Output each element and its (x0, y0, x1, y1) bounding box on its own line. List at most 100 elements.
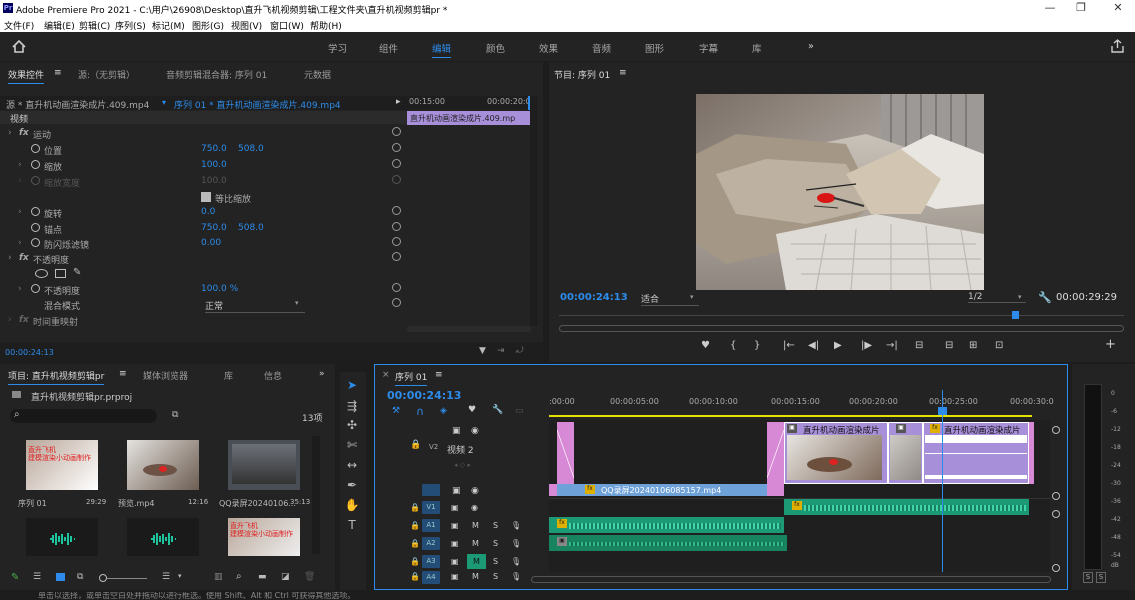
tab-menu-icon[interactable]: ≡ (54, 68, 62, 78)
solo-left-button[interactable]: S (1083, 572, 1093, 583)
track-target-a4[interactable]: A4 (422, 571, 440, 584)
microphone-icon[interactable]: 🎙 (511, 557, 521, 566)
microphone-icon[interactable]: 🎙 (511, 539, 521, 548)
tab-audio-mixer[interactable]: 音频剪辑混合器: 序列 01 (166, 68, 267, 81)
menu-marker[interactable]: 标记(M) (152, 19, 185, 32)
type-tool-icon[interactable]: T (344, 518, 360, 534)
keyframe-nav-icon[interactable]: ◂ ◇ ▸ (454, 461, 471, 469)
expand-chevron-icon[interactable]: › (18, 160, 22, 170)
workspace-audio[interactable]: 音频 (592, 41, 611, 55)
project-menu-icon[interactable]: ≡ (119, 369, 127, 379)
target-v1[interactable] (422, 484, 440, 496)
hand-tool-icon[interactable]: ✋ (344, 498, 360, 514)
track-target-a1[interactable]: A1 (422, 519, 440, 532)
film-sync-icon[interactable]: ▣ (451, 503, 459, 512)
compare-icon[interactable]: ⊞ (969, 340, 977, 351)
minimize-button[interactable]: — (1035, 1, 1065, 16)
tab-effect-controls[interactable]: 效果控件 (8, 68, 45, 84)
program-timecode[interactable]: 00:00:24:13 (560, 292, 628, 303)
add-marker-icon[interactable]: ♥ (701, 340, 710, 351)
nest-icon[interactable]: ⚒ (392, 406, 400, 416)
audio-clip-a1[interactable]: fx (784, 499, 1029, 515)
thumbnail-preview[interactable] (127, 440, 199, 490)
linked-selection-icon[interactable]: ◈ (440, 406, 447, 416)
reset-icon[interactable] (392, 143, 401, 152)
workspace-effects[interactable]: 效果 (539, 41, 558, 55)
solo-button[interactable]: S (493, 557, 498, 566)
chevron-down-icon[interactable]: ▾ (178, 572, 182, 580)
solo-right-button[interactable]: S (1096, 572, 1106, 583)
zoom-scrollbar[interactable] (559, 325, 1124, 332)
mini-scrollbar[interactable] (407, 326, 531, 332)
timeline-horizontal-scroll[interactable] (531, 576, 1051, 583)
loop-icon[interactable]: ⤾ (516, 346, 524, 356)
mark-out-icon[interactable]: } (754, 340, 760, 351)
program-video-frame[interactable] (696, 94, 984, 290)
step-back-icon[interactable]: ◀| (808, 340, 819, 351)
menu-clip[interactable]: 剪辑(C) (79, 19, 110, 32)
project-search-input[interactable]: ⌕ (10, 409, 157, 423)
transition-clip[interactable] (767, 484, 784, 496)
tab-sequence[interactable]: 序列 01 (395, 370, 428, 386)
project-more-icon[interactable]: » (319, 369, 325, 379)
menu-view[interactable]: 视图(V) (231, 19, 262, 32)
workspace-color[interactable]: 颜色 (486, 41, 505, 55)
transition-clip[interactable] (767, 422, 784, 484)
flicker-value[interactable]: 0.00 (201, 238, 221, 248)
menu-graphics[interactable]: 图形(G) (192, 19, 224, 32)
rectangle-mask-icon[interactable] (55, 269, 66, 278)
anchor-y-value[interactable]: 508.0 (238, 223, 264, 233)
sync-lock-icon[interactable]: ▣ (451, 539, 459, 548)
list-view-icon[interactable]: ☰ (33, 572, 41, 582)
lock-icon[interactable]: 🔒 (410, 440, 421, 450)
microphone-icon[interactable]: 🎙 (511, 521, 521, 530)
eye-icon[interactable]: ◉ (471, 426, 479, 436)
eye-icon[interactable]: ◉ (471, 503, 478, 512)
selection-tool-icon[interactable]: ➤ (344, 378, 360, 394)
reset-icon[interactable] (392, 283, 401, 292)
workspace-graphics[interactable]: 图形 (645, 41, 664, 55)
track-target-a3[interactable]: A3 (422, 555, 440, 568)
video-clip-heli-1[interactable]: ▣ 直升机动画渲染成片 (784, 422, 888, 484)
work-area-bar[interactable] (549, 415, 1032, 417)
home-icon[interactable] (12, 40, 26, 53)
reset-icon[interactable] (392, 222, 401, 231)
expand-chevron-icon[interactable]: › (18, 238, 22, 248)
menu-help[interactable]: 帮助(H) (310, 19, 342, 32)
freeform-view-icon[interactable]: ⧉ (77, 572, 83, 582)
transition-clip[interactable] (557, 422, 574, 484)
add-marker-icon[interactable]: ♥ (468, 405, 476, 415)
menu-sequence[interactable]: 序列(S) (115, 19, 146, 32)
project-scrollbar[interactable] (312, 436, 320, 554)
sort-icon[interactable]: ☰ (162, 572, 170, 582)
expand-chevron-icon[interactable]: › (18, 284, 22, 294)
microphone-icon[interactable]: 🎙 (511, 572, 521, 581)
lock-icon[interactable]: 🔒 (410, 539, 420, 548)
timeline-menu-icon[interactable]: ≡ (435, 370, 443, 380)
solo-button[interactable]: S (493, 539, 498, 548)
program-title[interactable]: 节目: 序列 01 (554, 68, 610, 81)
timeline-ruler[interactable]: :00:00 00:00:05:00 00:00:10:00 00:00:15:… (549, 392, 1054, 418)
slip-tool-icon[interactable]: ↔ (344, 458, 360, 474)
mini-clip[interactable]: 直升机动画渲染成片.409.mp (407, 111, 531, 125)
pen-mask-icon[interactable]: ✎ (73, 267, 81, 278)
thumbnail-sequence[interactable]: 直升飞机 建模渲染小动画制作 (26, 440, 98, 490)
tab-libraries[interactable]: 库 (224, 369, 233, 382)
add-button-icon[interactable]: + (1105, 337, 1116, 352)
solo-button[interactable]: S (493, 572, 498, 581)
pencil-icon[interactable]: ✎ (11, 572, 19, 583)
audio-clip-a3[interactable]: ▣ (549, 535, 787, 551)
mute-button-active[interactable]: M (467, 554, 486, 569)
rotation-value[interactable]: 0.0 (201, 207, 215, 217)
program-menu-icon[interactable]: ≡ (619, 68, 627, 78)
mute-button[interactable]: M (472, 539, 479, 548)
close-tab-icon[interactable]: × (382, 370, 390, 380)
timeline-vertical-scroll[interactable] (1051, 420, 1061, 572)
reset-icon[interactable] (392, 206, 401, 215)
workspace-captions[interactable]: 字幕 (699, 41, 718, 55)
film-sync-icon[interactable]: ▣ (452, 426, 461, 436)
reset-icon[interactable] (392, 159, 401, 168)
new-bin-folder-icon[interactable]: ▬ (258, 572, 267, 582)
new-item-icon[interactable]: ◪ (281, 572, 290, 582)
ripple-edit-tool-icon[interactable]: ✣ (344, 418, 360, 434)
